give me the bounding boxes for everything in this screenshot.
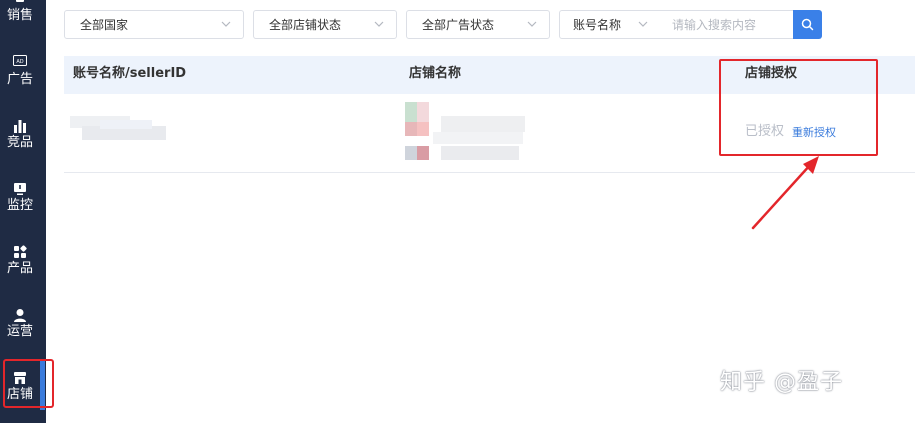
sidebar-item-competitors[interactable]: 竞品 — [0, 115, 46, 167]
sidebar-item-label: 竞品 — [6, 135, 33, 150]
column-header-shop-name: 店铺名称 — [409, 66, 462, 81]
search-group: 账号名称 — [559, 10, 822, 39]
sidebar-item-label: 监控 — [6, 198, 33, 213]
column-header-account: 账号名称/sellerID — [73, 66, 187, 81]
search-input[interactable] — [658, 10, 794, 39]
sidebar-item-monitor[interactable]: 监控 — [0, 178, 46, 230]
bar-chart-icon — [14, 120, 26, 133]
shop-status-select[interactable]: 全部店铺状态 — [253, 10, 397, 39]
search-button[interactable] — [793, 10, 822, 39]
monitor-icon — [14, 183, 26, 195]
annotation-arrow-icon — [751, 156, 819, 230]
sidebar-item-label: 运营 — [6, 324, 33, 339]
sidebar-item-label: 销售 — [6, 8, 33, 23]
blurred-account-name — [70, 116, 166, 140]
grid-icon — [14, 245, 27, 258]
chevron-down-icon — [527, 21, 537, 27]
sidebar-item-ads[interactable]: AD 广告 — [0, 52, 46, 104]
sidebar-item-label: 产品 — [6, 261, 33, 276]
sidebar-item-sales[interactable]: 销售 — [0, 0, 46, 46]
sidebar-item-operations[interactable]: 运营 — [0, 304, 46, 356]
watermark: 知乎 @盈子 — [720, 370, 843, 395]
sales-icon — [16, 0, 24, 2]
chevron-down-icon — [638, 21, 648, 27]
chevron-down-icon — [221, 21, 231, 27]
app-root: 销售 AD 广告 竞品 监控 产品 运营 店铺 全部国家 全部店铺状态 全部广告… — [0, 0, 915, 423]
blurred-shop-name — [405, 102, 525, 160]
ad-badge-text: AD — [16, 59, 23, 65]
country-select-value: 全部国家 — [80, 18, 129, 32]
search-field-value: 账号名称 — [573, 18, 622, 32]
sidebar-item-products[interactable]: 产品 — [0, 241, 46, 293]
search-icon — [801, 18, 814, 31]
country-select[interactable]: 全部国家 — [64, 10, 244, 39]
ad-icon: AD — [13, 55, 27, 66]
search-field-select[interactable]: 账号名称 — [559, 10, 659, 39]
annotation-sidebar-box — [3, 359, 54, 408]
chevron-down-icon — [374, 21, 384, 27]
user-icon — [14, 309, 26, 322]
annotation-auth-box — [719, 59, 878, 156]
shop-status-select-value: 全部店铺状态 — [269, 18, 342, 32]
ad-status-select[interactable]: 全部广告状态 — [406, 10, 550, 39]
ad-status-select-value: 全部广告状态 — [422, 18, 495, 32]
sidebar-item-label: 广告 — [6, 72, 33, 87]
